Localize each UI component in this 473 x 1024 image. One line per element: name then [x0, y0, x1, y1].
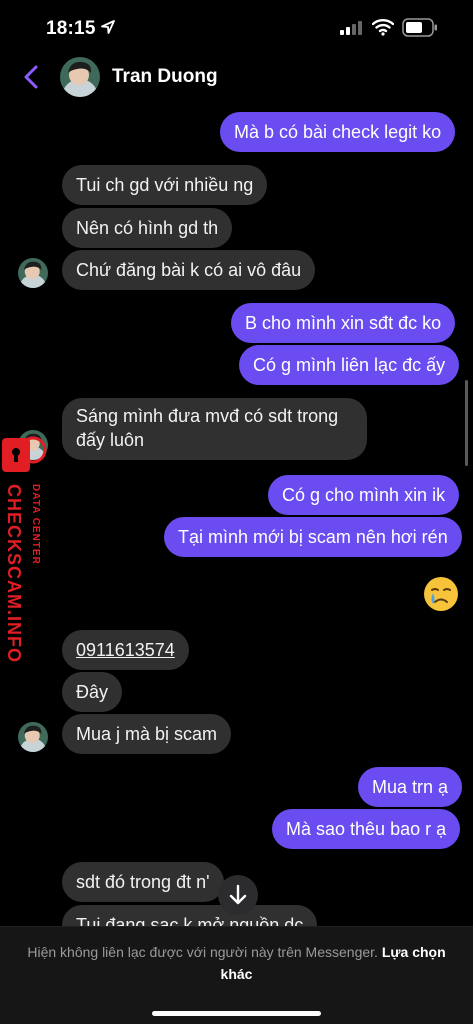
- status-time: 18:15: [46, 18, 96, 39]
- battery-icon: [402, 18, 437, 37]
- message-incoming[interactable]: Đây: [62, 672, 123, 712]
- watermark-subtitle: DATA CENTER: [30, 484, 41, 565]
- message-outgoing[interactable]: Mà sao thêu bao r ạ: [272, 809, 461, 849]
- wifi-icon: [372, 19, 394, 36]
- message-outgoing[interactable]: Mua trn ạ: [358, 767, 463, 807]
- unavailable-footer: Hiện không liên lạc được với người này t…: [0, 926, 473, 1024]
- message-outgoing[interactable]: Tại mình mới bị scam nên hơi rén: [164, 517, 462, 557]
- message-incoming[interactable]: Chứ đăng bài k có ai vô đâu: [62, 250, 316, 290]
- contact-name[interactable]: Tran Duong: [112, 66, 218, 88]
- scroll-to-bottom-button[interactable]: [218, 875, 258, 915]
- scrollbar[interactable]: [465, 380, 468, 466]
- sender-avatar[interactable]: [18, 722, 48, 752]
- cellular-signal-icon: [340, 21, 362, 35]
- message-incoming[interactable]: sdt đó trong đt n': [62, 862, 224, 902]
- sender-avatar[interactable]: [18, 258, 48, 288]
- message-incoming[interactable]: Nên có hình gd th: [62, 208, 233, 248]
- message-outgoing[interactable]: Mà b có bài check legit ko: [220, 112, 456, 152]
- chat-header: Tran Duong: [0, 52, 473, 102]
- message-outgoing[interactable]: Có g mình liên lạc đc ấy: [239, 345, 460, 385]
- home-indicator[interactable]: [152, 1011, 321, 1016]
- footer-notice: Hiện không liên lạc được với người này t…: [27, 944, 378, 960]
- arrow-down-icon: [229, 884, 247, 905]
- message-outgoing[interactable]: B cho mình xin sđt đc ko: [231, 303, 456, 343]
- message-incoming[interactable]: Tui ch gd với nhiều ng: [62, 165, 268, 205]
- back-chevron-icon[interactable]: [22, 64, 40, 90]
- watermark-title: CHECKSCAM.INFO: [4, 484, 24, 663]
- message-incoming[interactable]: Sáng mình đưa mvđ có sdt trong đấy luôn: [62, 398, 367, 460]
- message-phone-link[interactable]: 0911613574: [62, 630, 189, 670]
- message-incoming[interactable]: Mua j mà bị scam: [62, 714, 232, 754]
- message-outgoing[interactable]: Có g cho mình xin ik: [268, 475, 460, 515]
- crying-face-emoji-icon[interactable]: [422, 575, 460, 613]
- footer-text: Hiện không liên lạc được với người này t…: [20, 941, 453, 985]
- status-bar: 18:15: [0, 0, 473, 52]
- contact-avatar[interactable]: [60, 57, 100, 97]
- location-arrow-icon: [101, 20, 115, 34]
